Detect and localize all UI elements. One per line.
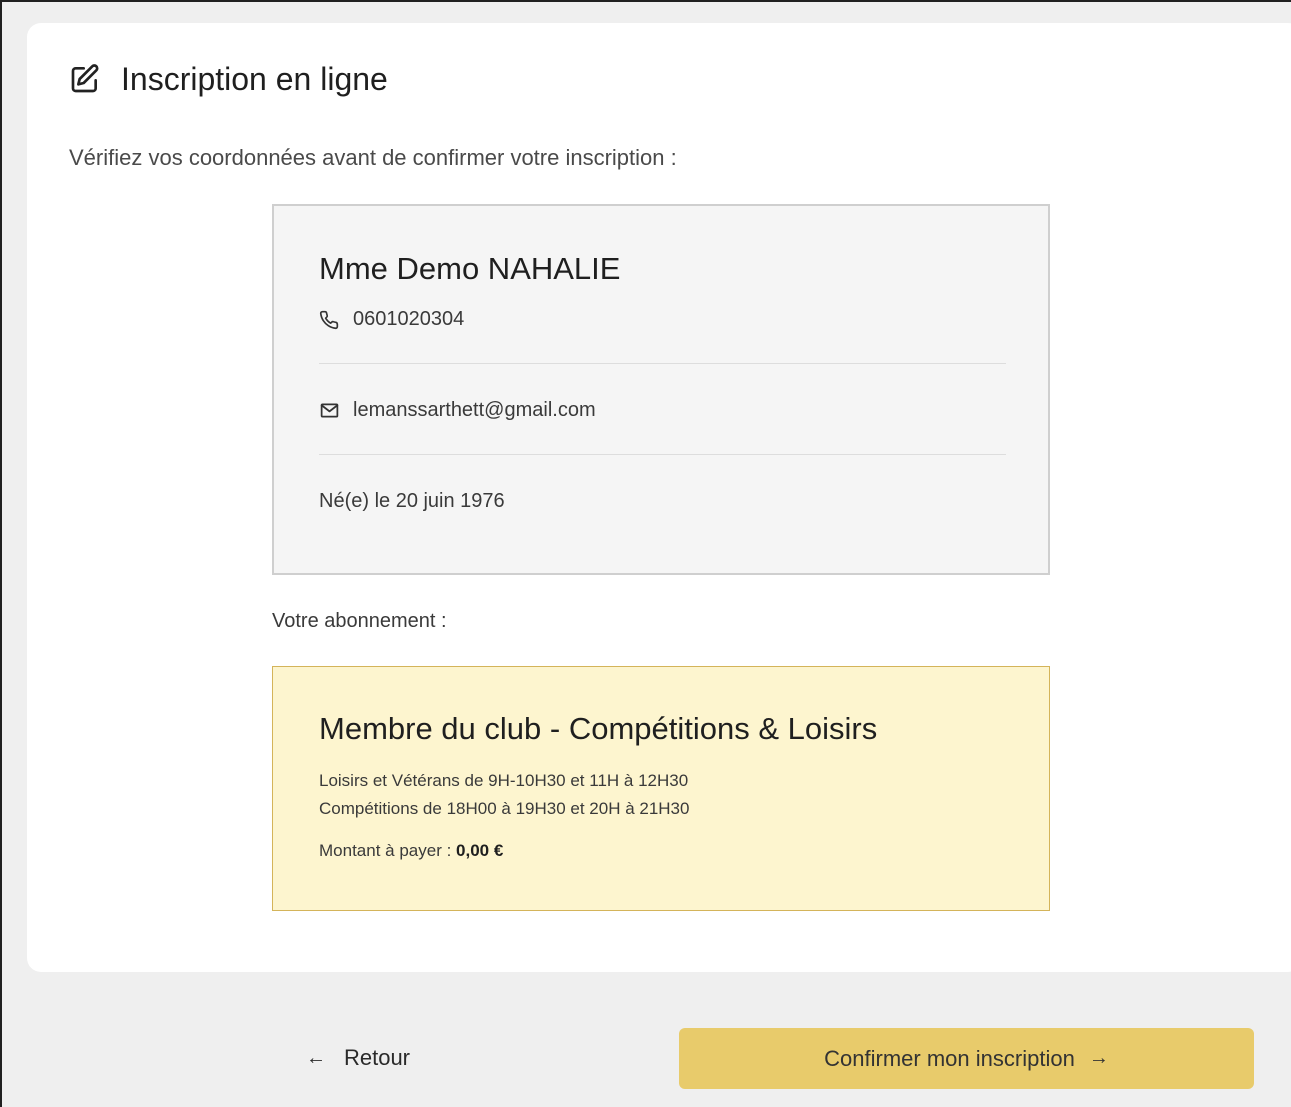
confirm-button-label: Confirmer mon inscription xyxy=(824,1045,1075,1071)
divider xyxy=(319,454,1006,455)
subscription-label: Votre abonnement : xyxy=(272,610,447,632)
birth-date: Né(e) le 20 juin 1976 xyxy=(319,490,505,512)
confirm-registration-button[interactable]: Confirmer mon inscription → xyxy=(679,1028,1254,1089)
subscription-box: Membre du club - Compétitions & Loisirs … xyxy=(272,666,1050,911)
page-background: Inscription en ligne Vérifiez vos coordo… xyxy=(0,0,1291,1107)
phone-number: 0601020304 xyxy=(353,308,465,330)
divider xyxy=(319,363,1006,364)
subscription-price: Montant à payer : 0,00 € xyxy=(319,841,503,861)
phone-row: 0601020304 xyxy=(319,308,464,331)
subscription-description: Loisirs et Vétérans de 9H-10H30 et 11H à… xyxy=(319,767,689,823)
edit-icon xyxy=(69,62,103,96)
arrow-left-icon: ← xyxy=(305,1046,326,1069)
contact-details-box: Mme Demo NAHALIE 0601020304 lemanssarthe… xyxy=(272,204,1050,575)
phone-icon xyxy=(319,309,341,331)
email-address: lemanssarthett@gmail.com xyxy=(353,399,596,421)
page-header: Inscription en ligne xyxy=(69,63,388,95)
mail-icon xyxy=(319,400,341,422)
price-label: Montant à payer : xyxy=(319,841,457,860)
subscription-title: Membre du club - Compétitions & Loisirs xyxy=(319,711,878,746)
email-row: lemanssarthett@gmail.com xyxy=(319,399,596,422)
arrow-right-icon: → xyxy=(1088,1047,1109,1069)
person-name: Mme Demo NAHALIE xyxy=(319,251,621,286)
price-value: 0,00 € xyxy=(456,841,504,860)
subscription-description-line: Compétitions de 18H00 à 19H30 et 20H à 2… xyxy=(319,799,690,818)
registration-card: Inscription en ligne Vérifiez vos coordo… xyxy=(27,23,1291,972)
back-button[interactable]: ← Retour xyxy=(278,1030,438,1086)
back-button-label: Retour xyxy=(343,1045,411,1070)
intro-text: Vérifiez vos coordonnées avant de confir… xyxy=(69,145,677,170)
subscription-description-line: Loisirs et Vétérans de 9H-10H30 et 11H à… xyxy=(319,771,689,790)
page-title: Inscription en ligne xyxy=(121,61,388,97)
